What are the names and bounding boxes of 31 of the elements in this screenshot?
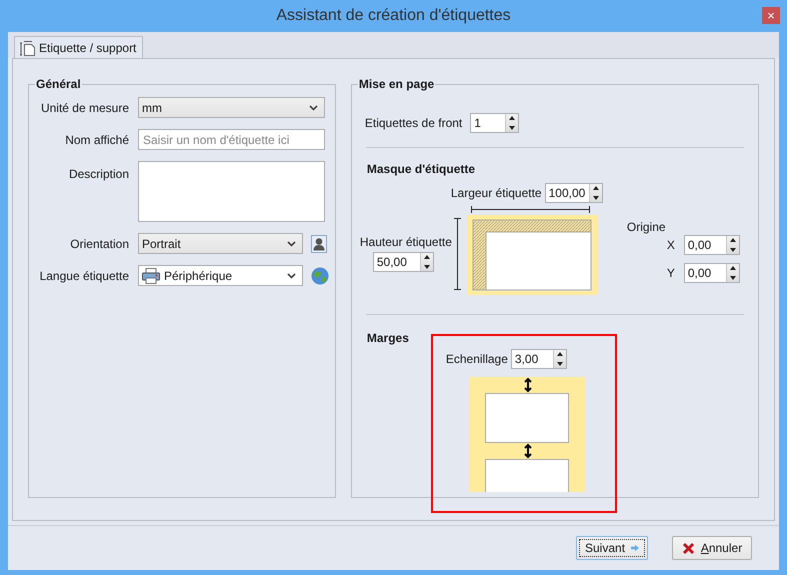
group-title: Général — [35, 77, 82, 91]
close-button[interactable]: × — [762, 7, 780, 24]
field-label: Echenillage — [446, 352, 508, 366]
field-label: Y — [666, 266, 675, 280]
dropdown[interactable]: Portrait — [138, 233, 303, 254]
next-button[interactable]: Suivant — [576, 536, 648, 560]
dropdown[interactable]: mm — [138, 97, 325, 118]
field-label: Origine — [626, 220, 666, 234]
field-label: Orientation — [69, 236, 129, 250]
number-field[interactable]: 100,00 — [544, 183, 603, 203]
field-label: Largeur étiquette — [450, 186, 542, 200]
text-field[interactable]: Saisir un nom d'étiquette ici — [138, 129, 325, 150]
field-label: Description — [68, 167, 129, 181]
dropdown[interactable]: Périphérique — [138, 265, 303, 286]
field-label: Nom affiché — [64, 132, 129, 146]
cancel-button[interactable]: Annuler — [672, 536, 752, 560]
field-label: Etiquettes de front — [364, 116, 462, 130]
field-label: Hauteur étiquette — [360, 235, 452, 249]
section-title: Masque d'étiquette — [366, 162, 476, 176]
section-title: Marges — [366, 331, 410, 347]
field-label: Unité de mesure — [40, 100, 129, 114]
number-field[interactable]: 50,00 — [372, 252, 434, 272]
window-title: Assistant de création d'étiquettes — [276, 7, 511, 25]
field-label: Langue étiquette — [38, 268, 129, 282]
number-field[interactable]: 1 — [470, 113, 520, 133]
tab[interactable]: Etiquette / support — [14, 36, 144, 59]
group-title: Mise en page — [358, 77, 436, 91]
number-field[interactable]: 3,00 — [510, 349, 567, 369]
field-label: X — [666, 238, 675, 252]
number-field[interactable]: 0,00 — [684, 263, 740, 283]
number-field[interactable]: 0,00 — [684, 235, 740, 255]
